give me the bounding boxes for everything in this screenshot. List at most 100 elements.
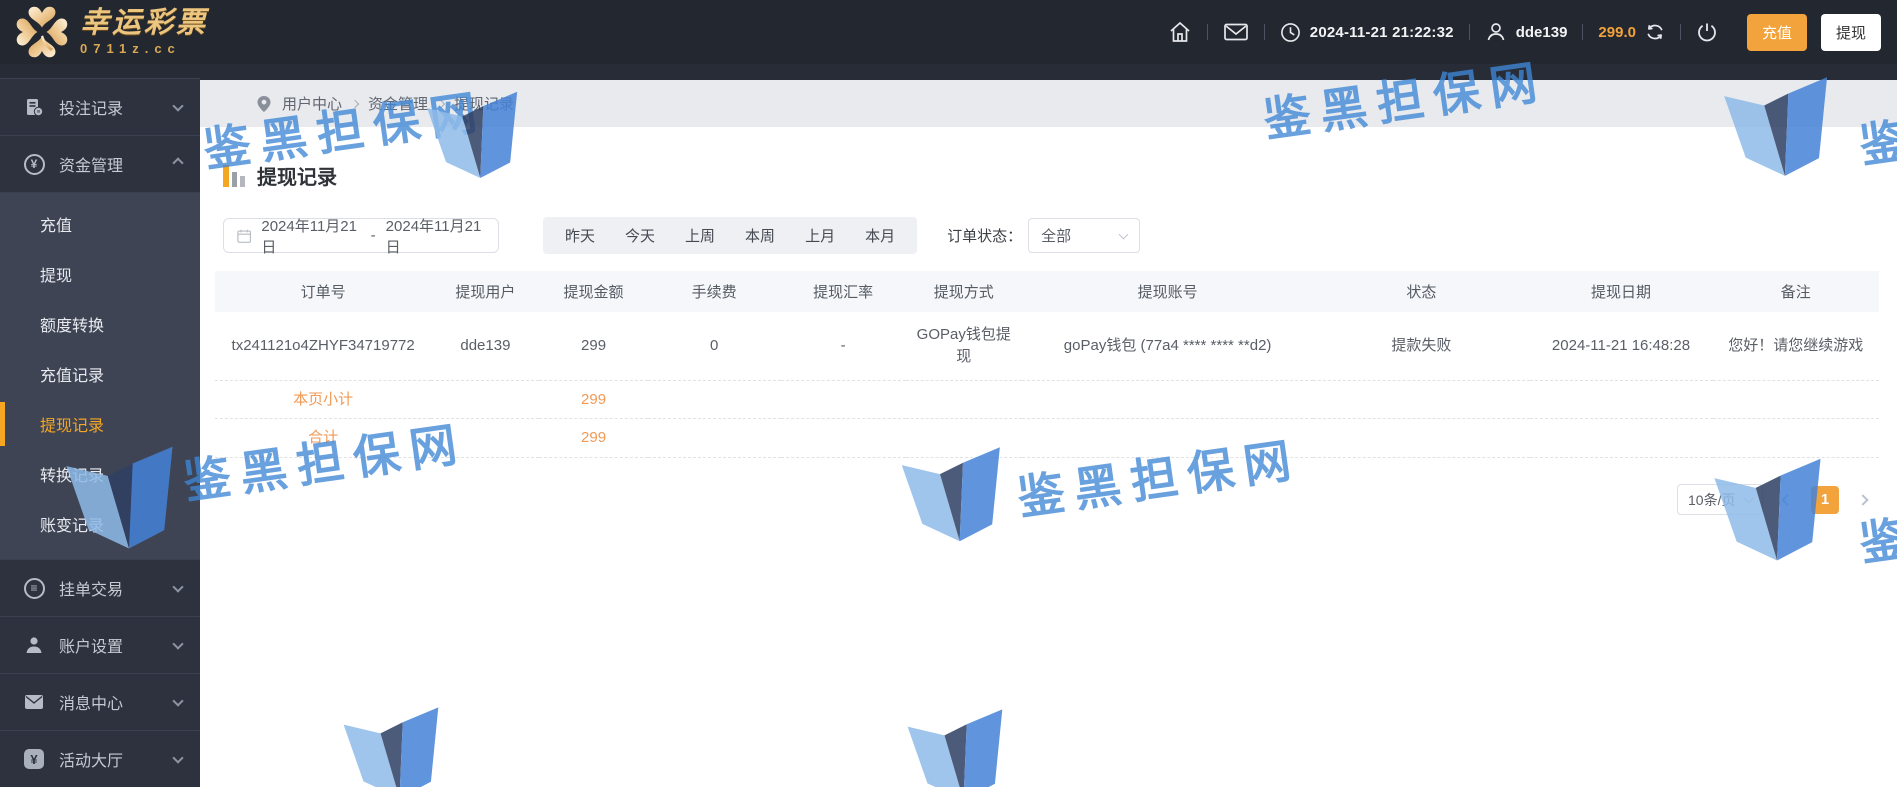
main-panel: 提现记录 2024年11月21日 - 2024年11月21日 昨天 今天 上周 …: [200, 161, 1897, 515]
server-time: 2024-11-21 21:22:32: [1280, 22, 1454, 43]
filter-row: 2024年11月21日 - 2024年11月21日 昨天 今天 上周 本周 上月…: [215, 217, 1879, 256]
site-domain: 0711z.cc: [80, 40, 181, 56]
mail-icon[interactable]: [1223, 21, 1249, 43]
sidebar-group-bet-records[interactable]: ≡ 投注记录: [0, 78, 200, 135]
sidebar-item-recharge-records[interactable]: 充值记录: [0, 349, 200, 399]
chevron-down-icon: [172, 694, 184, 707]
order-status-select[interactable]: 全部: [1028, 218, 1141, 253]
funds-icon: ¥: [22, 153, 46, 175]
mail-icon: [22, 694, 46, 710]
clover-logo-icon: [16, 6, 68, 58]
range-today[interactable]: 今天: [610, 225, 670, 246]
subtotal-label: 本页小计: [215, 380, 432, 420]
chevron-down-icon: [172, 637, 184, 650]
col-account: 提现账号: [1022, 271, 1314, 312]
col-date: 提现日期: [1529, 271, 1713, 312]
sidebar-item-account-change-records[interactable]: 账变记录: [0, 499, 200, 549]
subtotal-row: 本页小计 299: [215, 380, 1879, 420]
chevron-down-icon: [1743, 493, 1754, 503]
sidebar: ≡ 投注记录 ¥ 资金管理 充值 提现 额度转换 充值记录 提现记录 转换记录 …: [0, 64, 200, 787]
funds-submenu: 充值 提现 额度转换 充值记录 提现记录 转换记录 账变记录: [0, 192, 200, 559]
breadcrumb-current: 提现记录: [454, 96, 515, 113]
refresh-icon[interactable]: [1645, 22, 1665, 42]
sidebar-item-recharge[interactable]: 充值: [0, 199, 200, 249]
chevron-down-icon: [172, 580, 184, 593]
breadcrumb-funds[interactable]: 资金管理: [368, 93, 428, 114]
balance-block: 299.0: [1598, 22, 1665, 42]
sidebar-group-label: 活动大厅: [59, 753, 124, 770]
sidebar-group-label: 资金管理: [59, 158, 124, 175]
cell-account: goPay钱包 (77a4 **** **** **d2): [1022, 312, 1314, 381]
sidebar-item-quota-transfer[interactable]: 额度转换: [0, 299, 200, 349]
recharge-button[interactable]: 充值: [1746, 13, 1807, 51]
table-row: tx241121o4ZHYF34719772 dde139 299 0 - GO…: [215, 312, 1879, 381]
range-this-month[interactable]: 本月: [850, 225, 910, 246]
divider: [1263, 24, 1265, 40]
sidebar-group-label: 账户设置: [59, 639, 124, 656]
col-order-id: 订单号: [215, 271, 432, 312]
chevron-down-icon: [172, 99, 184, 112]
range-last-week[interactable]: 上周: [670, 225, 730, 246]
withdraw-button[interactable]: 提现: [1820, 13, 1881, 51]
sidebar-item-transfer-records[interactable]: 转换记录: [0, 449, 200, 499]
col-remark: 备注: [1712, 271, 1879, 312]
col-rate: 提现汇率: [780, 271, 906, 312]
page-size-value: 10条/页: [1688, 491, 1736, 508]
page-title-row: 提现记录: [215, 161, 1879, 190]
sidebar-group-account-settings[interactable]: 账户设置: [0, 616, 200, 673]
divider: [1679, 24, 1681, 40]
total-label: 合计: [215, 418, 432, 458]
order-status-value: 全部: [1041, 228, 1072, 245]
sidebar-item-withdraw[interactable]: 提现: [0, 249, 200, 299]
sidebar-group-label: 消息中心: [59, 696, 124, 713]
withdraw-records-table: 订单号 提现用户 提现金额 手续费 提现汇率 提现方式 提现账号 状态 提现日期…: [215, 271, 1879, 458]
current-page-button[interactable]: 1: [1811, 485, 1839, 514]
divider: [1468, 24, 1470, 40]
cell-date: 2024-11-21 16:48:28: [1529, 312, 1713, 381]
sidebar-group-funds[interactable]: ¥ 资金管理: [0, 135, 200, 192]
cell-rate: -: [780, 312, 906, 381]
logout-icon[interactable]: [1696, 21, 1718, 43]
date-end: 2024年11月21日: [385, 217, 482, 256]
col-method: 提现方式: [905, 271, 1022, 312]
bet-records-icon: ≡: [22, 97, 46, 117]
logo[interactable]: 幸运彩票 0711z.cc: [0, 4, 208, 60]
page-size-select[interactable]: 10条/页: [1677, 484, 1763, 515]
username-text: dde139: [1515, 23, 1568, 41]
app-header: 幸运彩票 0711z.cc 2024-11-21 21:22:32 dde139…: [0, 0, 1897, 64]
col-fee: 手续费: [647, 271, 781, 312]
activity-icon: ¥: [22, 749, 46, 769]
home-icon[interactable]: [1168, 20, 1192, 44]
sidebar-group-pending-orders[interactable]: ≡ 挂单交易: [0, 559, 200, 616]
pagination: 10条/页 1: [215, 484, 1879, 515]
breadcrumb: 用户中心 资金管理 提现记录: [200, 80, 1897, 127]
col-user: 提现用户: [431, 271, 540, 312]
prev-page-button[interactable]: [1779, 492, 1795, 508]
range-yesterday[interactable]: 昨天: [550, 225, 610, 246]
content-area: 用户中心 资金管理 提现记录 提现记录 2024年11月21日 - 2024年1…: [200, 64, 1897, 787]
cell-method: GOPay钱包提现: [905, 312, 1022, 381]
divider: [1582, 24, 1584, 40]
date-range-input[interactable]: 2024年11月21日 - 2024年11月21日: [223, 218, 499, 256]
cell-remark: 您好！请您继续游戏: [1712, 312, 1879, 381]
logo-text: 幸运彩票 0711z.cc: [80, 8, 208, 55]
chevron-down-icon: [172, 751, 184, 764]
next-page-button[interactable]: [1855, 492, 1871, 508]
sidebar-item-withdraw-records[interactable]: 提现记录: [0, 399, 200, 449]
date-separator: -: [370, 227, 376, 244]
sidebar-group-message-center[interactable]: 消息中心: [0, 673, 200, 730]
range-last-month[interactable]: 上月: [790, 225, 850, 246]
user-info[interactable]: dde139: [1485, 21, 1568, 43]
time-text: 2024-11-21 21:22:32: [1309, 23, 1454, 41]
site-title: 幸运彩票: [80, 7, 209, 40]
total-row: 合计 299: [215, 418, 1879, 458]
sidebar-group-activity-hall[interactable]: ¥ 活动大厅: [0, 730, 200, 787]
order-status-label: 订单状态：: [947, 228, 1023, 245]
sidebar-group-label: 投注记录: [59, 101, 124, 118]
breadcrumb-separator-icon: [350, 99, 360, 108]
chevron-up-icon: [172, 156, 184, 169]
breadcrumb-user-center[interactable]: 用户中心: [282, 93, 342, 114]
range-this-week[interactable]: 本周: [730, 225, 790, 246]
chevron-down-icon: [1118, 229, 1129, 239]
breadcrumb-separator-icon: [436, 99, 446, 108]
